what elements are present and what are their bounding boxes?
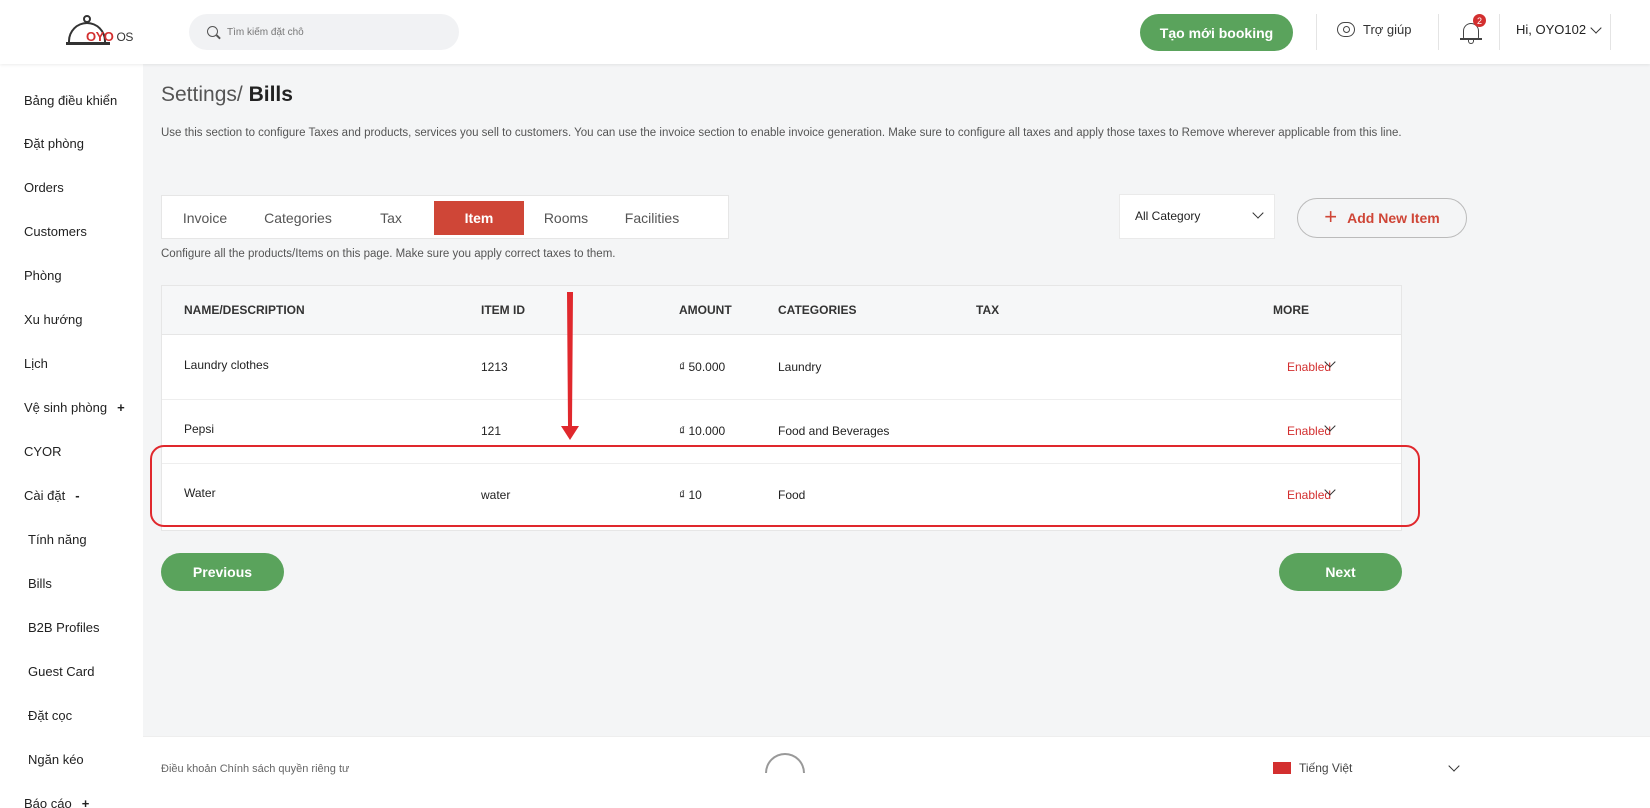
chevron-down-icon (1448, 760, 1461, 772)
category-filter-value: All Category (1135, 209, 1201, 223)
column-header-tax: TAX (976, 303, 1000, 317)
notification-badge: 2 (1473, 14, 1486, 27)
sidebar: Bảng điều khiển Đặt phòng Orders Custome… (0, 64, 143, 808)
item-amount: ₫ 10.000 (679, 424, 726, 438)
column-header-more: MORE (1273, 303, 1309, 317)
items-table: NAME/DESCRIPTION ITEM ID AMOUNT CATEGORI… (161, 285, 1402, 531)
sidebar-item-trends[interactable]: Xu hướng (24, 312, 82, 327)
footer-links[interactable]: Điều khoản Chính sách quyền riêng tư (161, 763, 349, 775)
footer: Điều khoản Chính sách quyền riêng tư Tiế… (143, 736, 1650, 808)
collapse-icon: - (75, 488, 80, 503)
top-bar: OYO OS Tạo mới booking Trợ giúp 2 Hi, OY… (0, 0, 1650, 64)
expand-icon: + (81, 796, 90, 808)
table-header: NAME/DESCRIPTION ITEM ID AMOUNT CATEGORI… (162, 286, 1401, 335)
divider (1316, 14, 1317, 50)
breadcrumb-parent[interactable]: Settings/ (161, 83, 243, 106)
item-amount: ₫ 50.000 (679, 360, 726, 374)
item-name: Pepsi (184, 422, 215, 436)
create-booking-button[interactable]: Tạo mới booking (1140, 14, 1293, 51)
divider (1499, 14, 1500, 50)
sidebar-item-bookings[interactable]: Đặt phòng (24, 136, 84, 151)
help-link[interactable]: Trợ giúp (1337, 22, 1412, 37)
column-header-item-id: ITEM ID (481, 303, 525, 317)
user-menu[interactable]: Hi, OYO102 (1516, 21, 1602, 37)
sidebar-item-bills[interactable]: Bills (28, 576, 52, 591)
column-header-name: NAME/DESCRIPTION (184, 303, 305, 317)
tab-rooms[interactable]: Rooms (534, 201, 598, 235)
divider (1610, 14, 1611, 50)
previous-button[interactable]: Previous (161, 553, 284, 591)
table-row[interactable]: Water water ₫ 10 Food Enabled (162, 464, 1401, 528)
item-category: Food (778, 488, 806, 502)
page-description: Use this section to configure Taxes and … (161, 127, 1402, 139)
chevron-down-icon (1252, 207, 1264, 219)
sidebar-item-cyor[interactable]: CYOR (24, 444, 62, 459)
sidebar-item-customers[interactable]: Customers (24, 224, 87, 239)
main-content: Settings/ Bills Use this section to conf… (143, 64, 1650, 808)
sidebar-item-orders[interactable]: Orders (24, 180, 64, 195)
item-name: Water (184, 486, 216, 500)
user-greeting: Hi, OYO102 (1516, 22, 1587, 37)
add-new-item-label: Add New Item (1347, 210, 1440, 226)
language-label: Tiếng Việt (1299, 761, 1353, 775)
oyo-logo[interactable]: OYO OS (66, 12, 146, 52)
table-row[interactable]: Laundry clothes 1213 ₫ 50.000 Laundry En… (162, 336, 1401, 400)
add-new-item-button[interactable]: + Add New Item (1297, 198, 1467, 238)
support-icon (1337, 22, 1355, 37)
language-selector[interactable]: Tiếng Việt (1273, 760, 1461, 775)
tab-categories[interactable]: Categories (254, 201, 342, 235)
sidebar-item-guest-card[interactable]: Guest Card (28, 664, 94, 679)
sidebar-item-dashboard[interactable]: Bảng điều khiển (24, 93, 117, 108)
search-icon (207, 26, 218, 37)
flag-icon (1273, 762, 1291, 774)
logo-text: OYO OS (86, 29, 133, 44)
sidebar-item-calendar[interactable]: Lịch (24, 356, 48, 371)
next-button[interactable]: Next (1279, 553, 1402, 591)
annotation-arrow (561, 292, 579, 440)
breadcrumb-current: Bills (248, 83, 293, 106)
item-id: water (481, 488, 511, 502)
item-name: Laundry clothes (184, 358, 269, 372)
search-input[interactable] (227, 14, 447, 50)
tab-tax[interactable]: Tax (362, 201, 420, 235)
item-id: 121 (481, 424, 502, 438)
item-category: Food and Beverages (778, 424, 890, 438)
search-bar[interactable] (189, 14, 459, 50)
item-amount: ₫ 10 (679, 488, 702, 502)
sidebar-item-b2b-profiles[interactable]: B2B Profiles (28, 620, 100, 635)
footer-logo (765, 753, 805, 773)
sidebar-item-reports[interactable]: Báo cáo + (24, 796, 89, 808)
tab-facilities[interactable]: Facilities (612, 201, 692, 235)
sidebar-item-drawer[interactable]: Ngăn kéo (28, 752, 84, 767)
settings-tabs: Invoice Categories Tax Item Rooms Facili… (161, 195, 729, 239)
item-id: 1213 (481, 360, 508, 374)
items-description: Configure all the products/Items on this… (161, 248, 616, 260)
divider (1438, 14, 1439, 50)
column-header-amount: AMOUNT (679, 303, 732, 317)
help-label: Trợ giúp (1363, 22, 1412, 37)
tab-invoice[interactable]: Invoice (172, 201, 238, 235)
sidebar-item-deposits[interactable]: Đặt cọc (28, 708, 72, 723)
plus-icon: + (1324, 204, 1338, 229)
expand-icon: + (117, 400, 125, 415)
sidebar-item-rooms[interactable]: Phòng (24, 268, 62, 283)
sidebar-item-features[interactable]: Tính năng (28, 532, 87, 547)
chevron-down-icon (1590, 21, 1602, 34)
table-row[interactable]: Pepsi 121 ₫ 10.000 Food and Beverages En… (162, 400, 1401, 464)
sidebar-item-housekeeping[interactable]: Vệ sinh phòng + (24, 400, 125, 415)
page-title: Settings/ Bills (161, 83, 293, 107)
category-filter-select[interactable]: All Category (1119, 194, 1275, 239)
tab-item[interactable]: Item (434, 201, 524, 235)
notifications-button[interactable]: 2 (1460, 14, 1486, 44)
sidebar-item-settings[interactable]: Cài đặt - (24, 488, 80, 503)
item-category: Laundry (778, 360, 822, 374)
column-header-categories: CATEGORIES (778, 303, 857, 317)
